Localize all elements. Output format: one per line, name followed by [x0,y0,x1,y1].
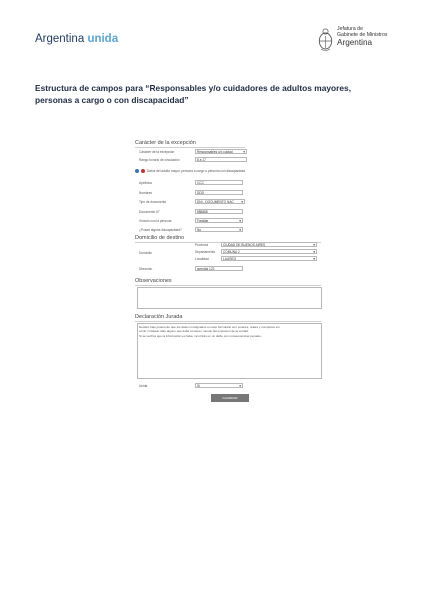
radio-description: Datos del adulto mayor, persona a cargo … [147,169,245,173]
apellidos-input[interactable]: CCC [195,180,243,185]
section-excepcion-heading: Carácter de la excepción [135,140,196,146]
num-doc-label: Documento N° [139,210,160,214]
guardar-button[interactable]: GUARDAR [211,394,249,402]
jefatura-logo: Jefatura de Gabinete de Ministros Argent… [318,26,387,53]
domicilio-label: Domicilio [139,251,152,255]
declaracion-textarea[interactable]: Declaro bajo juramento que los datos con… [137,323,322,379]
agency-country: Argentina [337,38,373,47]
national-seal-icon [318,28,333,51]
page-title: Estructura de campos para “Responsables … [35,83,352,105]
localidad-label: Localidad [195,257,209,261]
localidad-select[interactable]: LAUREG [221,256,317,261]
rango-label: Rango horario de circulación [139,158,180,162]
nombres-input[interactable]: DDD [195,190,243,195]
section-domicilio-heading: Domicilio de destino [135,235,185,241]
vinculo-select[interactable]: Familiar [195,218,243,223]
form-screenshot: Carácter de la excepción Carácter de la … [133,137,325,416]
discapacidad-label: ¿Posee alguna discapacidad? [139,228,182,232]
declaracion-line3: Si se verifica que la información es fal… [139,333,262,338]
radio-red-icon[interactable] [141,169,145,173]
divider [135,147,245,148]
provincia-label: Provincia [195,243,209,247]
nombres-label: Nombres [139,191,152,195]
brand-main: Argentina [35,33,85,45]
divider [135,285,321,286]
tipo-doc-select[interactable]: DNI - DOCUMENTO NAC [195,199,245,204]
direccion-label: Dirección [139,267,153,271]
radio-blue-icon[interactable] [135,169,139,173]
provincia-select[interactable]: CIUDAD DE BUENOS AIRES [221,242,317,247]
rango-input[interactable]: 8 a 17 [195,157,247,162]
divider [135,321,321,322]
discapacidad-select[interactable]: No [195,227,243,232]
tipo-doc-label: Tipo de documento [139,200,167,204]
caracter-select[interactable]: Responsables y/o cuidad [195,149,247,154]
section-declaracion-heading: Declaración Jurada [135,314,183,320]
apellidos-label: Apellidos [139,181,152,185]
num-doc-input[interactable]: 888888 [195,209,243,214]
brand-accent: unida [87,33,119,45]
section-observaciones-heading: Observaciones [135,278,172,284]
vinculo-label: Vínculo con la persona [139,219,172,223]
departamento-select[interactable]: COMUNA 2 [221,249,317,254]
caracter-label: Carácter de la excepción [139,150,175,154]
unida-label: Unida [139,384,148,388]
unida-select[interactable]: Sí [195,383,243,388]
observaciones-textarea[interactable] [137,287,322,309]
direccion-input[interactable]: avenida 123 [195,266,243,271]
argentina-unida-logo: Argentina unida [35,33,118,45]
departamento-label: Departamento [195,250,216,254]
